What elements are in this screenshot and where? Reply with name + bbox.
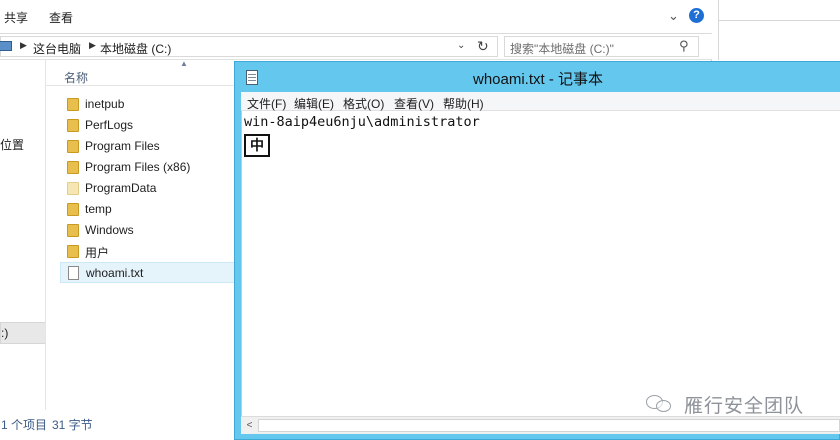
menu-edit[interactable]: 编辑(E) xyxy=(294,95,334,112)
list-item[interactable]: 用户 xyxy=(60,241,236,262)
nav-item-local-disk[interactable]: :) xyxy=(0,322,45,344)
nav-item-location[interactable]: 位置 xyxy=(0,136,24,153)
watermark-text: 雁行安全团队 xyxy=(684,396,805,417)
list-item[interactable]: inetpub xyxy=(60,94,236,115)
folder-icon xyxy=(67,203,79,216)
document-text[interactable]: win-8aip4eu6nju\administrator xyxy=(244,114,480,130)
breadcrumb-this-pc[interactable]: 这台电脑 xyxy=(33,40,81,57)
breadcrumb-local-disk[interactable]: 本地磁盘 (C:) xyxy=(100,40,171,57)
file-name: whoami.txt xyxy=(86,266,144,280)
divider xyxy=(718,20,840,21)
watermark: 雁行安全团队 xyxy=(646,388,836,418)
column-header-name[interactable]: ▲ 名称 xyxy=(46,59,236,86)
file-name: Program Files (x86) xyxy=(85,160,191,174)
file-list: ▲ 名称 inetpub PerfLogs Program Files Prog… xyxy=(46,59,236,410)
horizontal-scrollbar[interactable]: < xyxy=(241,416,840,434)
menu-file[interactable]: 文件(F) xyxy=(247,95,286,112)
ribbon-tabs: 共享 查看 ⌄ ? xyxy=(0,0,712,34)
chevron-down-icon[interactable]: ⌄ xyxy=(668,8,679,24)
search-placeholder: 搜索"本地磁盘 (C:)" xyxy=(510,42,614,56)
text-editor-area[interactable]: win-8aip4eu6nju\administrator 中 xyxy=(241,111,840,416)
navigation-pane: 位置 :) xyxy=(0,60,46,410)
file-name: ProgramData xyxy=(85,181,157,195)
list-item[interactable]: ProgramData xyxy=(60,178,236,199)
list-item[interactable]: temp xyxy=(60,199,236,220)
folder-icon xyxy=(67,140,79,153)
column-header-label: 名称 xyxy=(64,71,89,85)
folder-icon xyxy=(67,245,79,258)
menu-bar: 文件(F) 编辑(E) 格式(O) 查看(V) 帮助(H) xyxy=(241,92,840,111)
help-icon[interactable]: ? xyxy=(689,8,704,23)
tab-share[interactable]: 共享 xyxy=(4,9,28,26)
menu-view[interactable]: 查看(V) xyxy=(394,95,434,112)
folder-icon xyxy=(67,119,79,132)
notepad-window: whoami.txt - 记事本 文件(F) 编辑(E) 格式(O) 查看(V)… xyxy=(234,61,840,440)
file-name: Program Files xyxy=(85,139,160,153)
text-file-icon xyxy=(68,266,79,280)
hidden-folder-icon xyxy=(67,182,79,195)
refresh-icon[interactable]: ↻ xyxy=(477,38,489,55)
chevron-right-icon[interactable]: ▶ xyxy=(20,40,27,51)
list-item[interactable]: PerfLogs xyxy=(60,115,236,136)
background-window xyxy=(718,0,840,60)
window-title: whoami.txt - 记事本 xyxy=(472,71,604,88)
folder-icon xyxy=(67,98,79,111)
file-name: 用户 xyxy=(85,246,110,260)
folder-icon xyxy=(67,224,79,237)
list-item-selected[interactable]: whoami.txt xyxy=(60,262,236,283)
list-item[interactable]: Windows xyxy=(60,220,236,241)
scroll-left-icon[interactable]: < xyxy=(243,419,256,432)
status-item-count: 1 个项目 xyxy=(1,418,48,432)
chevron-right-icon[interactable]: ▶ xyxy=(89,40,96,51)
list-item[interactable]: Program Files xyxy=(60,136,236,157)
notepad-titlebar[interactable]: whoami.txt - 记事本 xyxy=(235,62,840,92)
chevron-down-icon[interactable]: ⌄ xyxy=(457,40,465,51)
file-name: temp xyxy=(85,202,112,216)
computer-icon xyxy=(0,41,12,51)
search-icon[interactable]: ⚲ xyxy=(679,38,689,54)
search-input[interactable]: 搜索"本地磁盘 (C:)" ⚲ xyxy=(504,36,699,57)
wechat-icon xyxy=(646,393,674,413)
status-bar: 1 个项目 31 字节 xyxy=(0,412,236,434)
scrollbar-thumb[interactable] xyxy=(258,419,840,432)
menu-help[interactable]: 帮助(H) xyxy=(443,95,484,112)
folder-icon xyxy=(67,161,79,174)
address-row: ▶ 这台电脑 ▶ 本地磁盘 (C:) ⌄ ↻ 搜索"本地磁盘 (C:)" ⚲ xyxy=(0,34,712,60)
status-file-size: 31 字节 xyxy=(52,418,93,432)
address-bar[interactable]: ▶ 这台电脑 ▶ 本地磁盘 (C:) ⌄ ↻ xyxy=(0,36,498,57)
file-name: Windows xyxy=(85,223,134,237)
tab-view[interactable]: 查看 xyxy=(49,9,73,26)
file-name: PerfLogs xyxy=(85,118,134,132)
sort-ascending-icon: ▲ xyxy=(180,59,188,68)
file-name: inetpub xyxy=(85,97,125,111)
list-item[interactable]: Program Files (x86) xyxy=(60,157,236,178)
menu-format[interactable]: 格式(O) xyxy=(343,95,384,112)
ime-indicator: 中 xyxy=(244,134,270,157)
